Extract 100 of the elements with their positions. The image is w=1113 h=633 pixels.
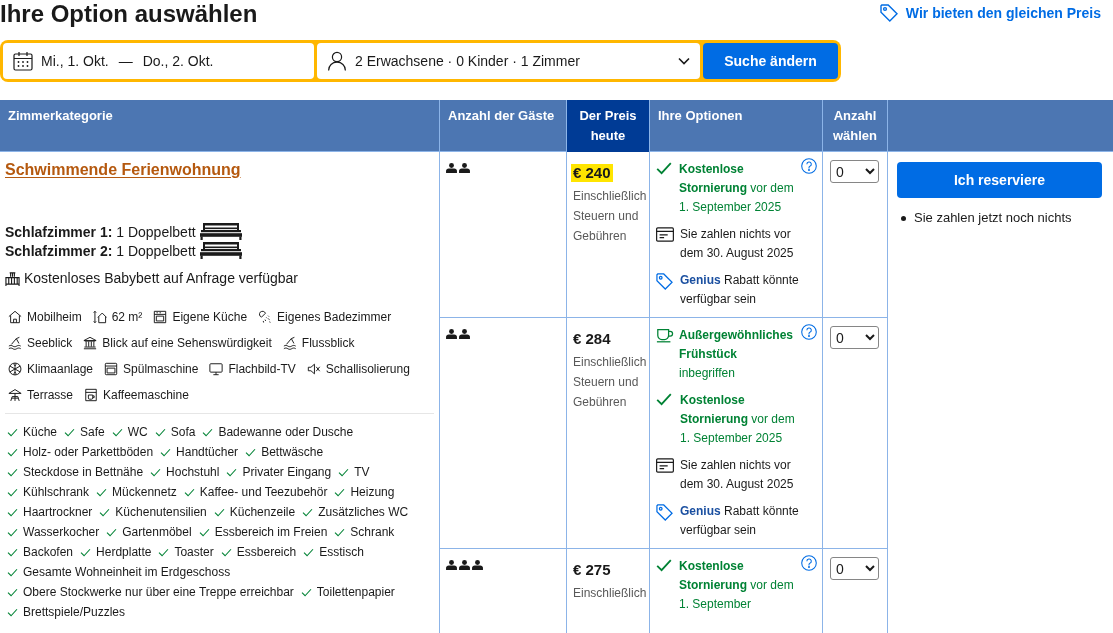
person-icon: [459, 163, 470, 173]
check-icon: [334, 527, 346, 537]
person-icon: [327, 51, 347, 71]
amenity-label: Sofa: [170, 424, 196, 441]
check-icon: [160, 447, 172, 457]
check-icon: [7, 467, 18, 477]
check-icon: [300, 587, 312, 597]
price-match-link[interactable]: Wir bieten den gleichen Preis: [879, 4, 1101, 22]
cancellation-policy: Kostenlose Stornierung vor dem 1. September: [679, 558, 794, 613]
check-icon: [150, 467, 162, 477]
facility-label: Terrasse: [27, 387, 73, 403]
check-icon: [7, 607, 18, 617]
check-icon: [7, 447, 18, 457]
calendar-icon: [13, 51, 33, 71]
page-title: Ihre Option auswählen: [0, 0, 258, 28]
help-icon[interactable]: [801, 158, 817, 174]
facility-label: Flachbild-TV: [228, 361, 296, 377]
quantity-select[interactable]: 0: [830, 326, 879, 349]
discount-note: Genius Rabatt könnte verfügbar sein: [680, 272, 800, 308]
change-search-button[interactable]: Suche ändern: [703, 43, 838, 79]
amenity-label: Handtücher: [176, 444, 239, 461]
amenity-label: Zusätzliches WC: [318, 504, 409, 521]
amenity-label: Küchenzeile: [229, 504, 296, 521]
check-icon: [64, 427, 76, 437]
amenity-label: Bettwäsche: [261, 444, 324, 461]
help-icon[interactable]: [801, 555, 817, 571]
amenity-label: Toaster: [174, 544, 214, 561]
person-icon: [446, 163, 457, 173]
tag-icon: [656, 273, 673, 290]
facility-label: Schallisolierung: [325, 361, 410, 377]
check-icon: [7, 487, 18, 497]
payment-note: Sie zahlen nichts vor dem 30. August 2025: [680, 226, 795, 262]
double-bed-icon: [199, 222, 242, 240]
check-icon: [220, 547, 232, 557]
facility-label: Eigene Küche: [172, 309, 248, 325]
amenity-label: Herdplatte: [96, 544, 152, 561]
facility-label: Spülmaschine: [123, 361, 199, 377]
check-icon: [245, 447, 257, 457]
facility-label: Flussblick: [301, 335, 355, 351]
reserve-button[interactable]: Ich reserviere: [897, 162, 1102, 198]
waves-icon: [8, 336, 22, 350]
check-icon: [7, 507, 18, 517]
quantity-select[interactable]: 0: [830, 557, 879, 580]
check-icon: [334, 487, 346, 497]
amenity-label: Gartenmöbel: [122, 524, 192, 541]
tag-icon: [879, 4, 898, 22]
amenity-label: Küchenutensilien: [115, 504, 207, 521]
help-icon[interactable]: [801, 324, 817, 340]
check-icon: [656, 559, 672, 572]
floor-area-icon: [92, 310, 107, 324]
dishwasher-icon: [104, 362, 119, 376]
quantity-select[interactable]: 0: [830, 160, 879, 183]
check-icon: [338, 467, 350, 477]
shower-icon: [258, 310, 273, 324]
check-icon: [302, 507, 314, 517]
column-header: Anzahl wählen: [823, 100, 888, 152]
person-icon: [446, 329, 457, 339]
person-icon: [459, 329, 470, 339]
cancellation-policy: Kostenlose Stornierung vor dem 1. September 2025: [679, 161, 794, 216]
bed-description: Schlafzimmer 1: 1 Doppelbett: [5, 223, 196, 242]
amenity-label: Safe: [80, 424, 105, 441]
facility-label: Klimaanlage: [27, 361, 94, 377]
amenity-label: Schrank: [350, 524, 395, 541]
payment-note: Sie zahlen nichts vor dem 30. August 2025: [680, 457, 795, 493]
person-icon: [472, 560, 483, 570]
column-header: Zimmerkategorie: [0, 100, 440, 152]
amenity-label: Steckdose in Bettnähe: [23, 464, 144, 481]
check-icon: [106, 527, 118, 537]
amenity-label: Privater Eingang: [242, 464, 332, 481]
facility-label: Mobilheim: [27, 309, 82, 325]
check-icon: [7, 567, 18, 577]
check-icon: [80, 547, 92, 557]
parasol-icon: [8, 388, 22, 402]
price: € 240: [571, 164, 613, 182]
check-icon: [7, 427, 18, 437]
amenity-label: Badewanne oder Dusche: [218, 424, 354, 441]
amenity-label: Obere Stockwerke nur über eine Treppe erreichbar: [23, 584, 294, 601]
check-icon: [7, 527, 18, 537]
amenity-label: Gesamte Wohneinheit im Erdgeschoss: [23, 564, 231, 581]
chevron-down-icon: [678, 57, 690, 65]
coffee-cup-icon: [656, 328, 674, 343]
mute-icon: [306, 362, 321, 376]
check-icon: [213, 507, 225, 517]
breakfast-note: Außergewöhnliches Frühstück inbegriffen: [679, 327, 794, 382]
date-field[interactable]: Mi., 1. Okt. — Do., 2. Okt.: [3, 43, 314, 79]
person-icon: [459, 560, 470, 570]
payment-card-icon: [656, 458, 674, 473]
amenity-label: WC: [127, 424, 148, 441]
amenity-label: Wasserkocher: [23, 524, 100, 541]
cancellation-policy: Kostenlose Stornierung vor dem 1. September 2025: [680, 392, 796, 447]
amenity-label: Haartrockner: [23, 504, 93, 521]
facility-label: Seeblick: [27, 335, 73, 351]
coffee-machine-icon: [84, 388, 98, 402]
check-icon: [183, 487, 195, 497]
landmark-icon: [83, 336, 98, 350]
facility-label: Blick auf eine Sehenswürdigkeit: [102, 335, 272, 351]
bullet-icon: [901, 215, 906, 221]
snowflake-icon: [8, 362, 22, 376]
room-name-link[interactable]: Schwimmende Ferienwohnung: [5, 160, 241, 180]
guests-dropdown[interactable]: 2 Erwachsene · 0 Kinder · 1 Zimmer: [317, 43, 700, 79]
